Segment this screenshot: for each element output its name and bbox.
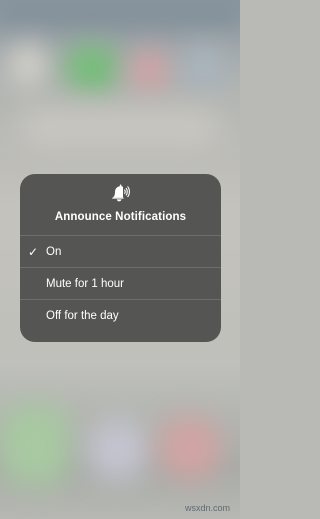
option-mute-for-1-hour[interactable]: Mute for 1 hour xyxy=(20,267,221,299)
menu-header: Announce Notifications xyxy=(20,174,221,235)
blurred-app-tile xyxy=(0,405,70,485)
menu-title: Announce Notifications xyxy=(54,211,187,223)
announce-notifications-menu: Announce Notifications ✓ On Mute for 1 h… xyxy=(20,174,221,342)
blurred-app-row xyxy=(20,110,220,146)
blurred-app-tile xyxy=(180,48,226,88)
blurred-status-area xyxy=(0,0,240,26)
option-off-for-the-day[interactable]: Off for the day xyxy=(20,299,221,331)
blurred-app-tile xyxy=(88,420,148,480)
blurred-app-tile xyxy=(66,46,118,90)
checkmark-icon: ✓ xyxy=(27,244,39,259)
option-label: Off for the day xyxy=(46,309,119,322)
blurred-app-tile xyxy=(160,418,220,478)
watermark: wsxdn.com xyxy=(184,503,230,513)
announce-bell-icon xyxy=(112,184,130,202)
blurred-app-tile xyxy=(8,44,48,86)
option-label: Mute for 1 hour xyxy=(46,277,124,290)
option-on[interactable]: ✓ On xyxy=(20,235,221,267)
blurred-app-tile xyxy=(130,52,170,88)
option-label: On xyxy=(46,245,62,258)
